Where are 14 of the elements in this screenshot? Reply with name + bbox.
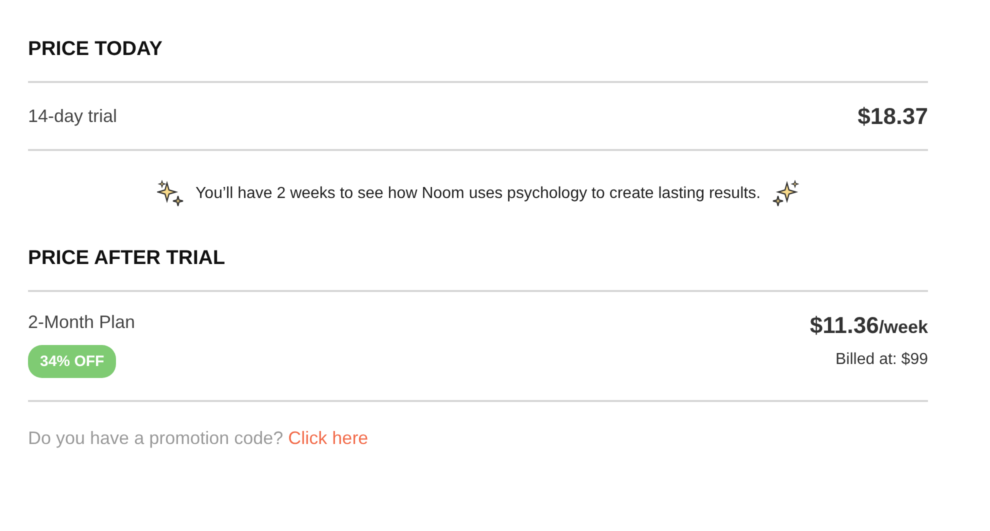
sparkles-icon [770,180,799,208]
price: $11.36 [810,312,879,339]
discount-badge: 34% OFF [28,345,116,378]
promo-text: Do you have a promotion code? Click here [28,428,370,449]
billed-text: Billed at: $99 [835,351,928,369]
sparkles-icon [157,180,186,208]
plan-label: 14-day trial [28,106,118,126]
click-here-link[interactable]: Click here [288,428,368,448]
price: $18.37 [858,102,928,130]
price-unit: /week [878,317,928,338]
section-heading: PRICE TODAY [28,38,928,83]
section-heading: PRICE AFTER TRIAL [28,247,928,292]
note-text: You’ll have 2 weeks to see how Noom uses psychology to create lasting results. [195,185,761,203]
plan-label: 2-Month Plan [28,312,136,333]
